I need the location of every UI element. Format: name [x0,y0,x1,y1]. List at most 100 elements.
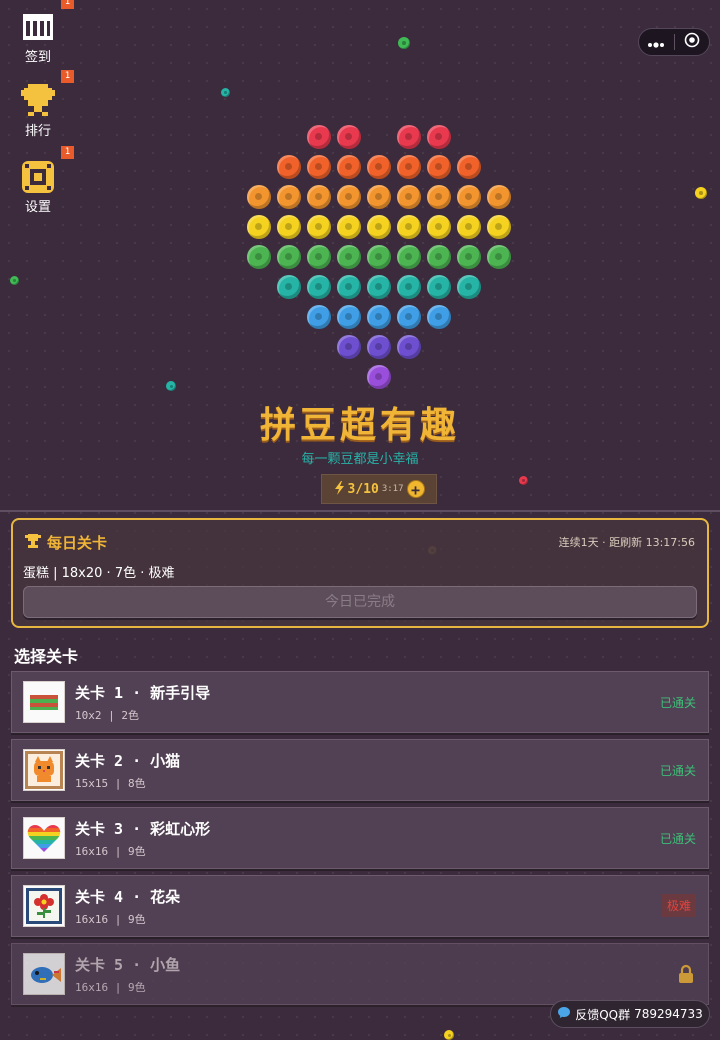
heart-bead [487,215,511,239]
heart-bead [337,275,361,299]
fish-thumbnail [23,953,65,995]
level-meta: 16x16 | 9色 [75,981,146,994]
heart-bead [427,215,451,239]
level-item-5[interactable]: 关卡 5 · 小鱼 16x16 | 9色 [11,943,709,1005]
level-name: 关卡 4 · 花朵 [75,888,181,906]
feedback-number: 789294733 [634,1007,703,1021]
heart-bead [397,215,421,239]
game-subtitle: 每一颗豆都是小幸福 [301,452,419,467]
cat-thumbnail [23,749,65,791]
heart-bead [337,245,361,269]
heart-bead [427,305,451,329]
heart-bead [307,125,331,149]
heart-bead [307,185,331,209]
heart-bead [337,185,361,209]
heart-bead [397,305,421,329]
heart-bead [277,185,301,209]
heart-bead [397,185,421,209]
heart-bead [487,245,511,269]
daily-challenge-card: 每日关卡 连续1天 · 距刷新 13:17:56 蛋糕 | 18x20 · 7色… [11,518,709,628]
heart-bead [367,275,391,299]
heart-bead [427,245,451,269]
heart-bead [397,335,421,359]
heart-bead [427,155,451,179]
heart-bead [397,245,421,269]
heart-bead [277,215,301,239]
level-name: 关卡 5 · 小鱼 [75,956,181,974]
floating-bead [444,1030,454,1040]
level-item-3[interactable]: 关卡 3 · 彩虹心形 16x16 | 9色 已通关 [11,807,709,869]
heart-bead [337,335,361,359]
stripes-thumbnail [23,681,65,723]
energy-value: 3/10 [347,481,379,497]
heart-bead [397,275,421,299]
heart-bead [367,365,391,389]
heart-bead [337,305,361,329]
flower-thumbnail [23,885,65,927]
heart-bead [457,245,481,269]
level-item-1[interactable]: 关卡 1 · 新手引导 10x2 | 2色 已通关 [11,671,709,733]
energy-bar: 3/10 3:17 + [321,474,437,504]
heart-bead [247,215,271,239]
heart-bead [277,245,301,269]
lightning-icon [334,480,345,499]
level-name: 关卡 1 · 新手引导 [75,684,211,702]
feedback-label: 反馈QQ群 [575,1007,631,1022]
trophy-icon [25,533,41,553]
divider [0,510,720,512]
level-meta: 15x15 | 8色 [75,777,146,790]
level-status: 已通关 [659,696,696,710]
heart-bead [307,245,331,269]
heart-bead [307,155,331,179]
heart-bead [337,125,361,149]
game-title: 拼豆超有趣 [259,405,460,446]
heart-bead [427,185,451,209]
level-name: 关卡 3 · 彩虹心形 [75,820,211,838]
level-meta: 16x16 | 9色 [75,845,146,858]
heart-bead [457,215,481,239]
heart-bead [307,305,331,329]
chat-bubble-icon [557,1006,571,1022]
heart-bead [457,185,481,209]
heart-bead [367,155,391,179]
add-energy-button[interactable]: + [406,480,425,499]
level-item-4[interactable]: 关卡 4 · 花朵 16x16 | 9色 极难 [11,875,709,937]
heart-bead [277,275,301,299]
heart-bead [367,305,391,329]
daily-completed-button[interactable]: 今日已完成 [23,586,697,618]
section-title: 选择关卡 [14,647,79,666]
lock-icon [678,964,694,984]
heart-bead [337,215,361,239]
daily-title: 每日关卡 [47,534,108,552]
heart-bead [367,185,391,209]
heart-bead [367,245,391,269]
level-item-2[interactable]: 关卡 2 · 小猫 15x15 | 8色 已通关 [11,739,709,801]
level-meta: 10x2 | 2色 [75,709,139,722]
heart-bead [397,155,421,179]
heart-bead [307,215,331,239]
heart-bead [307,275,331,299]
heart-bead [277,155,301,179]
heart-bead [247,185,271,209]
heart-bead [367,335,391,359]
level-meta: 16x16 | 9色 [75,913,146,926]
heart-bead [457,275,481,299]
level-status: 已通关 [659,764,696,778]
heart-bead [397,125,421,149]
level-status: 已通关 [659,832,696,846]
heart-bead [337,155,361,179]
heart-bead [427,275,451,299]
level-name: 关卡 2 · 小猫 [75,752,181,770]
rainbow-heart-thumbnail [23,817,65,859]
heart-bead [457,155,481,179]
daily-streak: 连续1天 · 距刷新 13:17:56 [558,536,695,549]
heart-bead [247,245,271,269]
feedback-qq-button[interactable]: 反馈QQ群 789294733 [550,1000,710,1028]
difficulty-badge: 极难 [661,894,696,917]
heart-bead [487,185,511,209]
heart-bead [427,125,451,149]
heart-bead [367,215,391,239]
daily-info: 蛋糕 | 18x20 · 7色 · 极难 [23,566,175,581]
energy-timer: 3:17 [381,484,404,494]
floating-bead [519,476,528,485]
